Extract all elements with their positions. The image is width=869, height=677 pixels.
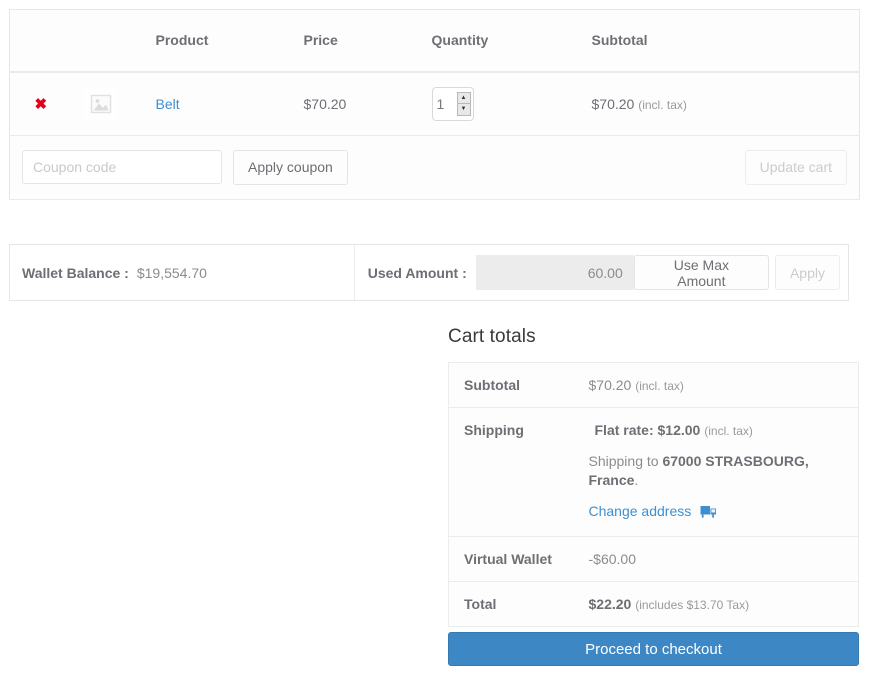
product-price-cell: $70.20 xyxy=(291,71,420,136)
image-placeholder-icon[interactable] xyxy=(83,86,118,121)
table-row: ✖ Belt $70.20 1 ▲ ▼ $70.20 (incl. tax) xyxy=(9,71,860,136)
cart-totals-table: Subtotal $70.20 (incl. tax) Shipping Fla… xyxy=(448,362,859,627)
thumbnail-cell xyxy=(71,71,144,136)
subtotal-amount: $70.20 xyxy=(588,377,632,393)
line-subtotal-tax-note: (incl. tax) xyxy=(638,97,687,112)
column-header-subtotal: Subtotal xyxy=(579,9,860,73)
cart-header-row: Product Price Quantity Subtotal xyxy=(9,9,860,73)
spinner-down-icon[interactable]: ▼ xyxy=(458,104,470,115)
subtotal-value-cell: $70.20 (incl. tax) xyxy=(588,362,859,408)
used-amount-label: Used Amount : xyxy=(367,264,467,281)
quantity-cell: 1 ▲ ▼ xyxy=(419,71,580,136)
cart-totals-body: Subtotal $70.20 (incl. tax) Shipping Fla… xyxy=(448,362,859,627)
cart-items-table: Product Price Quantity Subtotal ✖ Belt $… xyxy=(9,9,860,200)
cart-table-body: ✖ Belt $70.20 1 ▲ ▼ $70.20 (incl. tax) C… xyxy=(9,71,860,200)
quantity-spinner[interactable]: ▲ ▼ xyxy=(456,91,471,116)
coupon-group: Apply coupon xyxy=(22,149,408,185)
shipping-label: Shipping xyxy=(448,407,589,537)
total-tax-note: (includes $13.70 Tax) xyxy=(635,598,750,612)
virtual-wallet-value: -$60.00 xyxy=(588,536,859,582)
column-header-thumbnail xyxy=(71,9,144,73)
line-subtotal-cell: $70.20 (incl. tax) xyxy=(579,71,860,136)
change-address-group: Change address xyxy=(589,503,847,522)
cart-totals-title: Cart totals xyxy=(448,326,536,347)
shipping-method: Flat rate: $12.00 (incl. tax) xyxy=(589,422,847,438)
coupon-input[interactable] xyxy=(22,150,222,184)
shipping-dest-prefix: Shipping to xyxy=(588,453,663,469)
column-header-quantity: Quantity xyxy=(419,9,580,73)
shipping-value-cell: Flat rate: $12.00 (incl. tax) Shipping t… xyxy=(588,407,859,537)
column-header-remove xyxy=(9,9,72,73)
totals-row-subtotal: Subtotal $70.20 (incl. tax) xyxy=(448,362,859,408)
use-max-amount-button[interactable]: Use Max Amount xyxy=(633,255,769,290)
totals-row-total: Total $22.20 (includes $13.70 Tax) xyxy=(448,581,859,627)
total-amount: $22.20 xyxy=(588,596,632,612)
total-label: Total xyxy=(448,581,589,627)
wallet-balance-group: Wallet Balance : $19,554.70 xyxy=(10,245,355,300)
cart-totals-container: Cart totals Subtotal $70.20 (incl. tax) … xyxy=(448,326,859,627)
change-address-link[interactable]: Change address xyxy=(589,503,692,519)
quantity-stepper[interactable]: 1 ▲ ▼ xyxy=(431,86,474,121)
remove-x-icon[interactable]: ✖ xyxy=(34,97,47,112)
used-amount-group: Used Amount : xyxy=(355,245,634,300)
line-subtotal-amount: $70.20 xyxy=(591,95,635,112)
cart-table-container: Product Price Quantity Subtotal ✖ Belt $… xyxy=(9,9,860,200)
shipping-method-name: Flat rate: $12.00 xyxy=(594,422,701,438)
update-cart-button[interactable]: Update cart xyxy=(744,149,847,185)
product-link-belt[interactable]: Belt xyxy=(156,96,180,112)
proceed-to-checkout-button[interactable]: Proceed to checkout xyxy=(448,632,859,666)
totals-row-virtual-wallet: Virtual Wallet -$60.00 xyxy=(448,536,859,582)
wallet-balance-label: Wallet Balance : xyxy=(22,264,129,281)
total-value-cell: $22.20 (includes $13.70 Tax) xyxy=(588,581,859,627)
used-amount-input[interactable] xyxy=(475,255,634,290)
shipping-tax-note: (incl. tax) xyxy=(704,424,753,438)
quantity-value: 1 xyxy=(436,95,445,112)
spinner-up-icon[interactable]: ▲ xyxy=(457,93,470,104)
delivery-truck-icon xyxy=(700,505,717,522)
subtotal-label: Subtotal xyxy=(448,362,589,408)
column-header-product: Product xyxy=(143,9,292,73)
virtual-wallet-label: Virtual Wallet xyxy=(448,536,589,582)
shipping-dest-suffix: . xyxy=(634,472,639,488)
product-name-cell: Belt xyxy=(143,71,292,136)
apply-coupon-button[interactable]: Apply coupon xyxy=(233,149,348,185)
virtual-wallet-bar: Wallet Balance : $19,554.70 Used Amount … xyxy=(9,244,849,301)
totals-row-shipping: Shipping Flat rate: $12.00 (incl. tax) S… xyxy=(448,407,859,537)
coupon-actions-row: Apply coupon Update cart xyxy=(9,135,860,200)
wallet-action-buttons: Use Max Amount Apply xyxy=(633,245,848,300)
remove-cell: ✖ xyxy=(9,71,72,136)
coupon-cell: Apply coupon xyxy=(9,135,420,200)
wallet-balance-value: $19,554.70 xyxy=(136,264,207,281)
update-cart-cell: Update cart xyxy=(419,135,860,200)
column-header-price: Price xyxy=(291,9,420,73)
subtotal-tax-note: (incl. tax) xyxy=(635,379,684,393)
apply-wallet-button[interactable]: Apply xyxy=(774,255,840,290)
shipping-destination: Shipping to 67000 STRASBOURG, France. xyxy=(589,452,847,490)
cart-table-head: Product Price Quantity Subtotal xyxy=(9,9,860,73)
